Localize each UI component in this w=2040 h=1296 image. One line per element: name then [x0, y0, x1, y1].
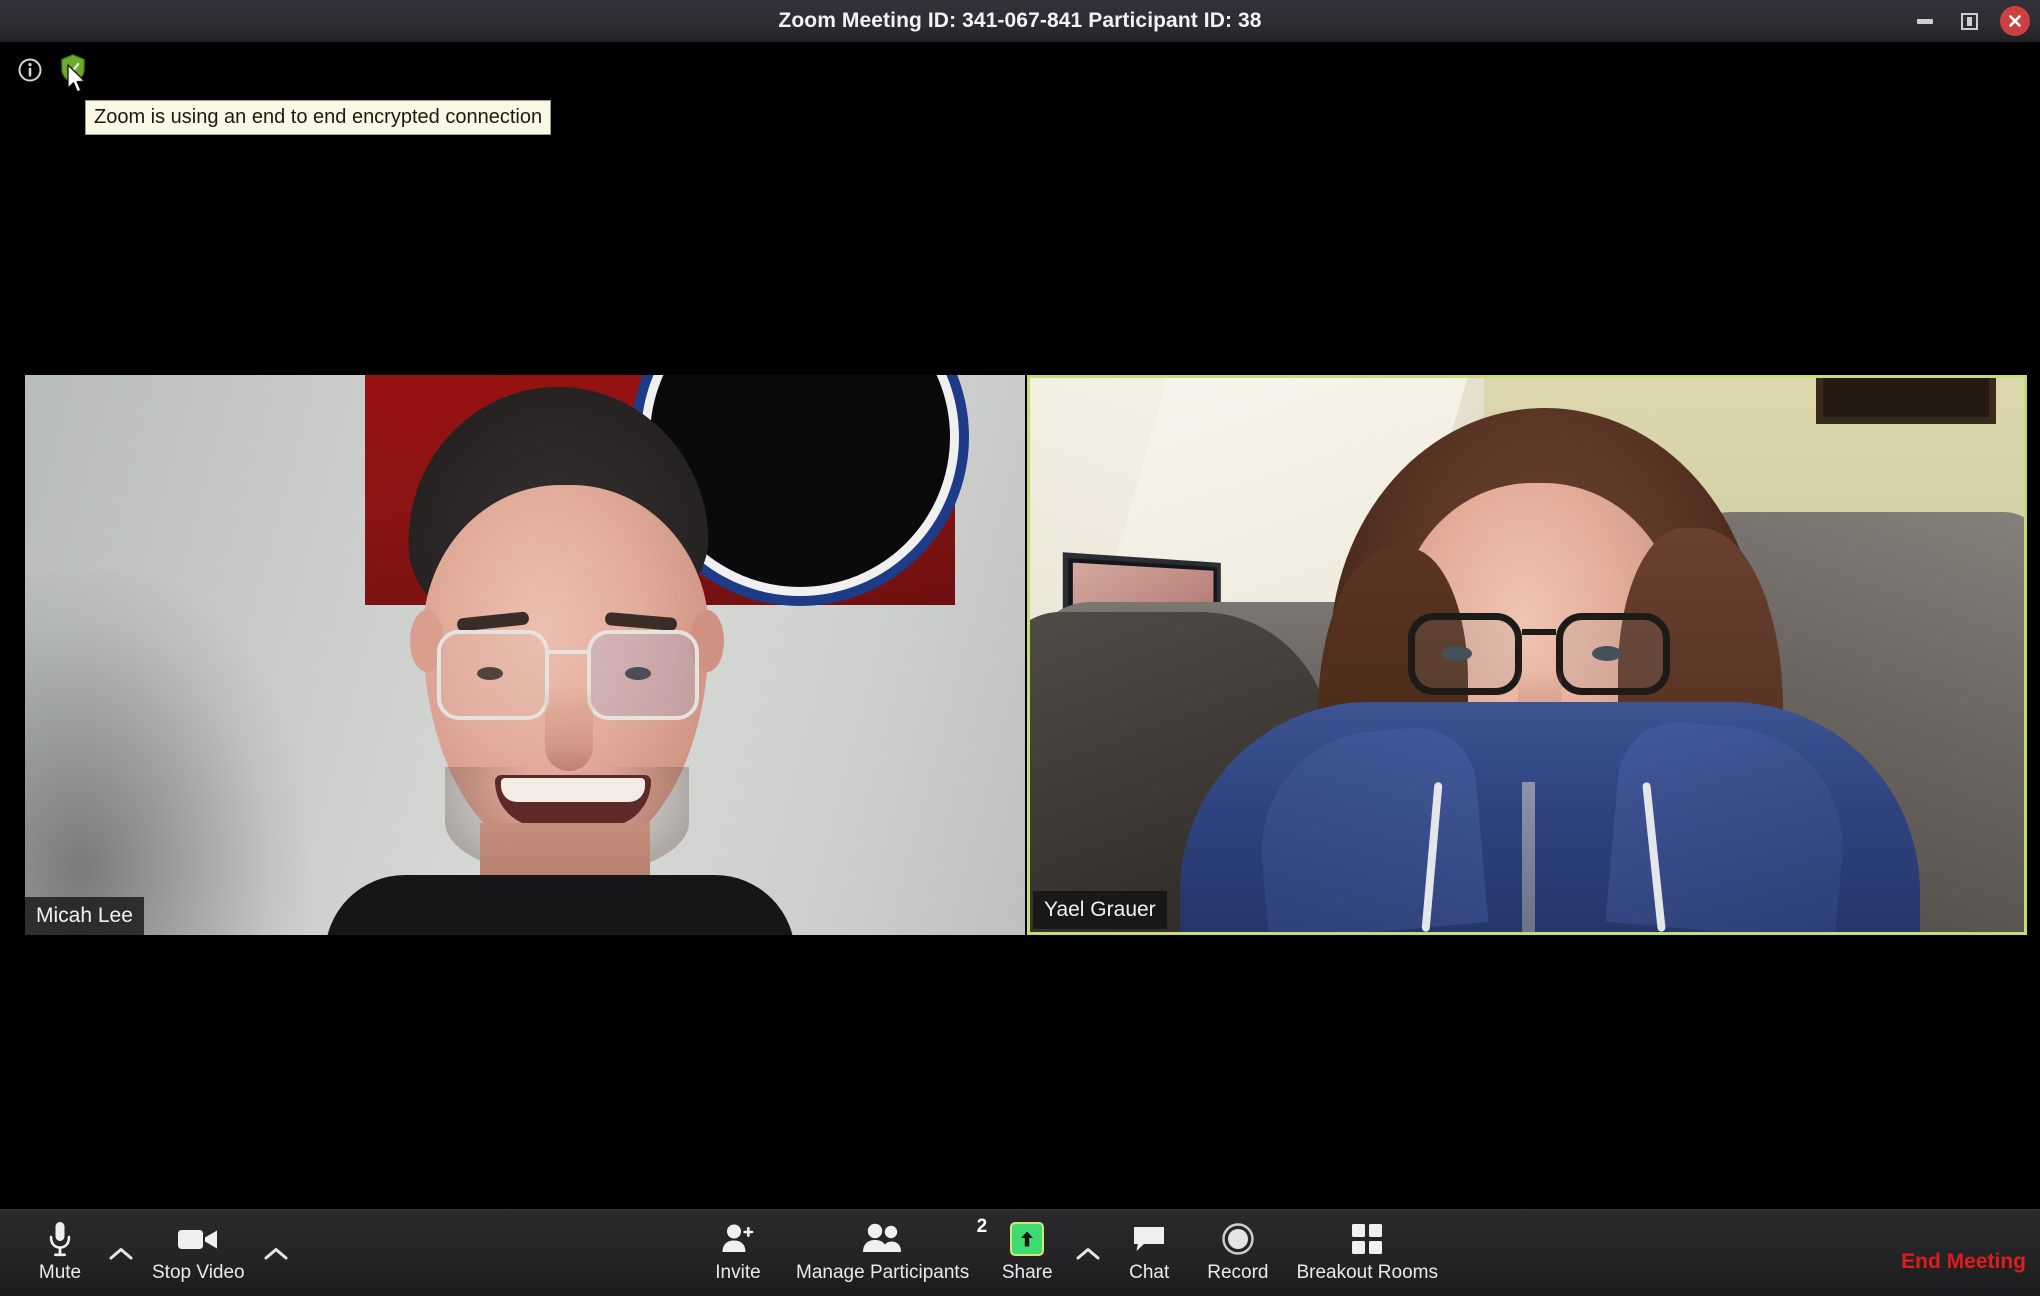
share-options-caret-button[interactable] [1071, 1210, 1105, 1296]
video-feed-yael-grauer [1030, 378, 2024, 932]
chevron-up-icon [1076, 1248, 1100, 1260]
video-camera-icon [176, 1219, 220, 1259]
stop-video-button[interactable]: Stop Video [138, 1210, 259, 1296]
person-mouth [495, 775, 651, 827]
person-teeth [501, 778, 645, 802]
encryption-status-row [0, 54, 2040, 96]
invite-label: Invite [715, 1262, 761, 1283]
end-meeting-button[interactable]: End Meeting [1901, 1250, 2026, 1274]
maximize-button[interactable] [1956, 8, 1982, 34]
titlebar: Zoom Meeting ID: 341-067-841 Participant… [0, 0, 2040, 42]
person-shirt [325, 875, 795, 935]
chat-bubble-icon [1131, 1219, 1167, 1259]
manage-participants-button[interactable]: 2 Manage Participants [782, 1210, 987, 1296]
eyeglass-lens-right [587, 630, 699, 720]
minimize-button[interactable] [1912, 8, 1938, 34]
audio-options-caret-button[interactable] [104, 1210, 138, 1296]
video-options-caret-button[interactable] [259, 1210, 293, 1296]
close-button[interactable] [2000, 6, 2030, 36]
microphone-icon [45, 1219, 75, 1259]
person-add-icon [719, 1219, 757, 1259]
mute-label: Mute [38, 1262, 82, 1283]
toolbar-center-group: Invite 2 Manage Participants Share Chat … [694, 1210, 1452, 1296]
share-up-arrow-icon [1010, 1219, 1045, 1259]
people-icon [861, 1219, 905, 1259]
manage-participants-label: Manage Participants [796, 1262, 970, 1283]
stop-video-label: Stop Video [152, 1262, 245, 1283]
person-hoodie-zipper [1522, 782, 1535, 932]
window-title: Zoom Meeting ID: 341-067-841 Participant… [778, 9, 1262, 32]
participant-name-label: Yael Grauer [1033, 891, 1167, 929]
participant-video-tile-micah-lee[interactable]: Micah Lee [25, 375, 1025, 935]
grid-squares-icon [1350, 1219, 1384, 1259]
meeting-toolbar: Mute Stop Video Invite 2 Manage Particip… [0, 1209, 2040, 1296]
minimize-icon [1917, 18, 1933, 24]
person-nose [545, 685, 593, 771]
toolbar-left-group: Mute Stop Video [16, 1210, 293, 1296]
share-label: Share [1001, 1262, 1053, 1283]
eyeglass-bridge [549, 650, 589, 654]
invite-button[interactable]: Invite [694, 1210, 782, 1296]
chat-label: Chat [1129, 1262, 1170, 1283]
video-feed-micah-lee [25, 375, 1025, 935]
green-shield-icon[interactable] [60, 54, 86, 84]
breakout-rooms-label: Breakout Rooms [1296, 1262, 1438, 1283]
background-picture-frame [1816, 378, 1996, 424]
chat-button[interactable]: Chat [1105, 1210, 1193, 1296]
chevron-up-icon [264, 1248, 288, 1260]
participant-name-label: Micah Lee [25, 897, 144, 935]
record-label: Record [1207, 1262, 1269, 1283]
mute-button[interactable]: Mute [16, 1210, 104, 1296]
video-stage: Micah Lee Yael Grauer [0, 375, 2040, 940]
info-icon[interactable] [16, 56, 44, 84]
background-shadow [25, 575, 305, 935]
record-button[interactable]: Record [1193, 1210, 1282, 1296]
window-controls [1912, 0, 2030, 42]
zoom-meeting-window: Zoom Meeting ID: 341-067-841 Participant… [0, 0, 2040, 1296]
encryption-tooltip: Zoom is using an end to end encrypted co… [85, 100, 552, 135]
eyeglass-bridge [1522, 629, 1556, 635]
eyeglass-lens-left [437, 630, 549, 720]
close-icon [2009, 15, 2021, 27]
eyeglass-lens-right [1556, 613, 1670, 695]
breakout-rooms-button[interactable]: Breakout Rooms [1282, 1210, 1452, 1296]
maximize-icon [1960, 12, 1978, 30]
participant-video-tile-yael-grauer[interactable]: Yael Grauer [1027, 375, 2027, 935]
chevron-up-icon [109, 1248, 133, 1260]
eyeglass-lens-left [1408, 613, 1522, 695]
record-circle-icon [1221, 1219, 1255, 1259]
share-screen-button[interactable]: Share [983, 1210, 1071, 1296]
